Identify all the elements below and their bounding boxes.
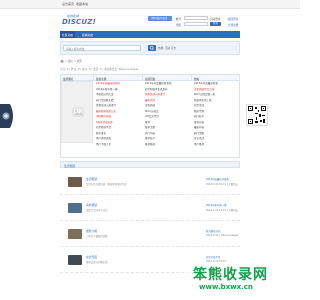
login-button[interactable]: 登录 (210, 22, 221, 26)
hot-threads-list: 2013年年度最佳开发 全新商城平台上线 MIUI 运动会第一名 新版本正式上线… (194, 81, 238, 147)
forum-thumbnail-icon[interactable] (68, 177, 82, 187)
forum-desc: 生活中的点滴记录，晒出你的美好生活 (86, 183, 127, 186)
forum-stats: 今日: 0 | 昨日: 0 | 帖子: 0 | 会员: 0 | 欢迎新会员: M… (60, 68, 139, 71)
forum-row[interactable]: 海外频道 海外生活分享与讨论 2014年新年第一弹 2014-4-10 10:1… (60, 195, 240, 221)
qr-code-icon (246, 104, 268, 126)
forum-desc: 版本交流与问题反馈 (86, 261, 108, 264)
watermark-url: www.bxwx.cn (199, 283, 253, 291)
search-icon (149, 45, 154, 51)
qq-login-button[interactable]: 用QQ帐号登录 (148, 16, 172, 21)
watermark: 笨熊收录网 www.bxwx.cn (185, 260, 300, 300)
forum-last-post[interactable]: 社区开放平台 (206, 255, 240, 259)
search-input[interactable]: 请输入搜索内容 (63, 45, 141, 51)
list-item[interactable]: 用户下载大全 (96, 142, 140, 148)
forum-row[interactable]: 生活频道 生活中的点滴记录，晒出你的美好生活 2013年度最佳开发团 2014-… (60, 169, 240, 195)
forum-thumbnail-icon[interactable] (68, 229, 82, 239)
logo-mark: DISCUZ! (62, 18, 96, 26)
site-logo[interactable]: 在线商城 DISCUZ! (62, 14, 96, 28)
home-icon[interactable] (60, 59, 64, 63)
nav-item-community[interactable]: 社区动态 (60, 31, 76, 38)
forum-last-meta: 2014-4-10 10:19 | 大量论坛 (206, 209, 238, 212)
forum-section-header[interactable]: 生活频道 (60, 161, 240, 168)
find-password-link[interactable]: 找回密码 (228, 17, 238, 21)
forum-title[interactable]: 生活频道 (86, 177, 97, 181)
slide-image-icon (72, 107, 84, 117)
shield-icon (0, 104, 13, 128)
main-nav: 社区动态 商城动态 (60, 31, 240, 38)
register-link[interactable]: 立即注册 (228, 23, 238, 27)
list-item[interactable]: 推荐版块 (145, 142, 189, 148)
forum-desc: 一切关于摄影的话题 (86, 235, 108, 238)
qr-code-widget (244, 74, 284, 156)
forum-title[interactable]: 摄影小组 (86, 229, 97, 233)
forum-title[interactable]: 交流专区 (86, 255, 97, 259)
nav-item-mall[interactable]: 商城动态 (82, 33, 93, 37)
search-button[interactable] (148, 45, 156, 51)
password-input[interactable] (184, 22, 208, 26)
auto-login-label[interactable]: 自动登录 (210, 17, 220, 21)
breadcrumb: > 论坛 > 社区 (60, 59, 240, 65)
forum-thumbnail-icon[interactable] (68, 255, 82, 265)
favorite-link[interactable]: 收藏本站 (76, 2, 88, 6)
image-slideshow[interactable] (61, 81, 93, 143)
forum-last-post[interactable]: 新开版块讨论 (206, 229, 240, 233)
username-input[interactable] (184, 16, 208, 20)
watermark-title: 笨熊收录网 (193, 267, 268, 283)
latest-threads-list: 2013年度最佳开发团 2014年新年第一弹 不能错过的大奖 热门活动抢先看 优… (96, 81, 140, 147)
latest-replies-list: 2013年年度最佳开发团 社区新版本正式发布 优惠活动火热进行 最新活动 全新商… (145, 81, 189, 147)
forum-row[interactable]: 摄影小组 一切关于摄影的话题 新开版块讨论 2014-4-10 | Masons… (60, 221, 240, 247)
side-emblem[interactable] (0, 104, 16, 128)
forum-last-post[interactable]: 2013年度最佳开发团 (206, 177, 240, 181)
forum-last-meta: 2014-4-10 10:19 | 大量论坛 (206, 183, 238, 186)
password-label: 密码 (176, 23, 182, 27)
user-label: 帐号 (176, 17, 182, 21)
breadcrumb-text[interactable]: > 论坛 > 社区 (65, 60, 82, 63)
hot-keywords[interactable]: 热搜: 活动 官方 (158, 46, 176, 50)
set-homepage-link[interactable]: 设为首页 (62, 2, 74, 6)
forum-last-meta: 2014-4-10 | Masonsudegas (206, 234, 239, 237)
top-bar: 设为首页 收藏本站 (0, 0, 300, 9)
forum-desc: 海外生活分享与讨论 (86, 209, 108, 212)
list-item[interactable]: 用户推荐 (194, 142, 238, 148)
forum-title[interactable]: 海外频道 (86, 203, 97, 207)
forum-thumbnail-icon[interactable] (68, 203, 82, 213)
forum-last-post[interactable]: 2014年新年第一弹 (206, 203, 240, 207)
